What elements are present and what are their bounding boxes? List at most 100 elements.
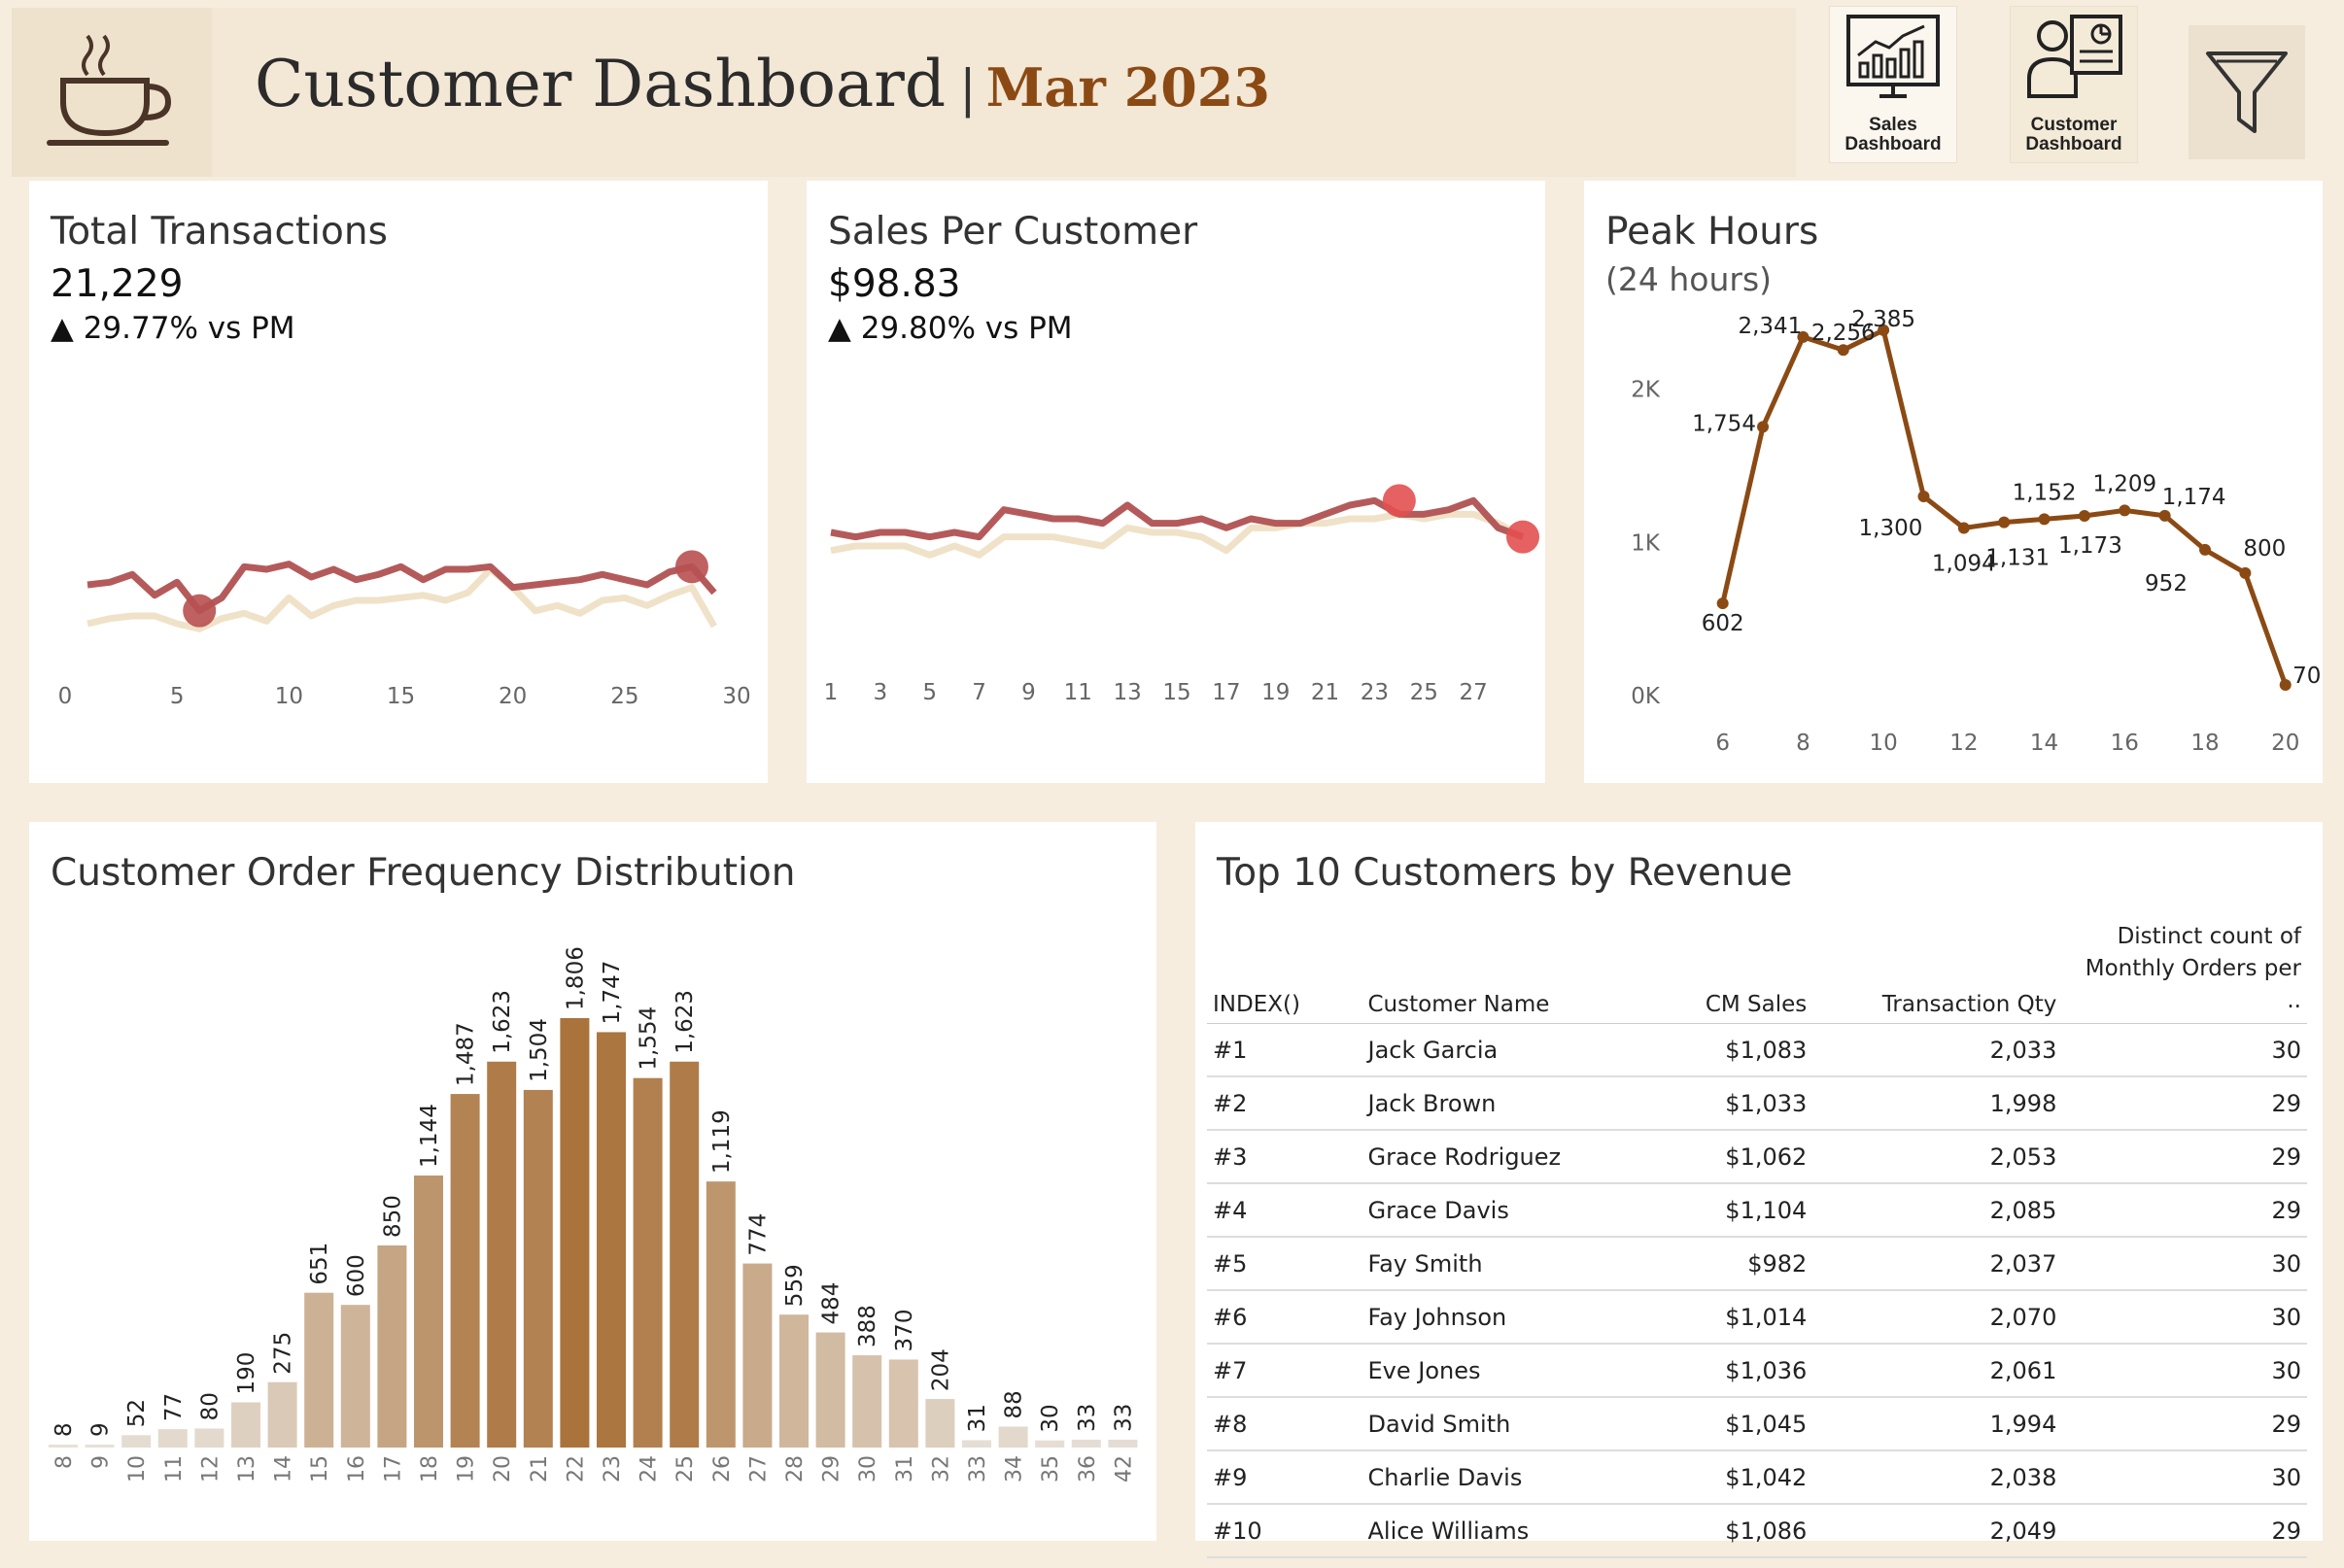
table-row[interactable]: #7 Eve Jones $1,036 2,061 30	[1207, 1344, 2307, 1398]
table-row[interactable]: #5 Fay Smith $982 2,037 30	[1207, 1237, 2307, 1291]
x-tick-label: 31	[893, 1455, 917, 1483]
cell-monthly-orders: 29	[2062, 1504, 2307, 1558]
col-index[interactable]: INDEX()	[1207, 921, 1362, 1024]
x-tick-label: 10	[125, 1455, 150, 1483]
highlight-min-dot	[183, 594, 217, 628]
cell-customer-name: Grace Rodriguez	[1362, 1130, 1686, 1184]
bar	[888, 1359, 918, 1448]
x-tick-label: 17	[1212, 680, 1240, 705]
x-tick-label: 13	[1114, 680, 1142, 705]
x-tick-label: 15	[308, 1455, 332, 1483]
col-monthly-orders[interactable]: Distinct count of Monthly Orders per ..	[2062, 921, 2307, 1024]
bar	[779, 1314, 809, 1448]
sales-per-customer-trend-chart: 1 3 5 7 9 11 13 15 17 19 21 23 25 27	[824, 484, 1539, 705]
table-row[interactable]: #10 Alice Williams $1,086 2,049 29	[1207, 1504, 2307, 1558]
table-row[interactable]: #1 Jack Garcia $1,083 2,033 30	[1207, 1023, 2307, 1077]
bar-data-label: 190	[234, 1352, 259, 1395]
x-tick-label: 11	[1064, 680, 1092, 705]
bar	[815, 1332, 845, 1448]
peak-hours-point	[2158, 509, 2171, 522]
bar	[340, 1305, 370, 1448]
x-tick-label: 27	[1460, 680, 1488, 705]
bar	[1035, 1440, 1065, 1448]
x-tick-label: 35	[1039, 1455, 1063, 1483]
table-row[interactable]: #6 Fay Johnson $1,014 2,070 30	[1207, 1290, 2307, 1345]
x-tick-label: 19	[1261, 680, 1290, 705]
x-tick-label: 6	[1715, 731, 1730, 756]
cell-monthly-orders: 29	[2062, 1397, 2307, 1451]
sales-dashboard-button[interactable]: Sales Dashboard	[1829, 6, 1957, 163]
filter-button[interactable]	[2189, 25, 2305, 159]
bar-data-label: 600	[344, 1254, 369, 1297]
bar-data-label: 774	[745, 1213, 771, 1256]
cell-index: #10	[1207, 1504, 1362, 1558]
cell-customer-name: David Smith	[1362, 1397, 1686, 1451]
bar-data-label: 52	[124, 1399, 150, 1427]
x-tick-label: 29	[820, 1455, 845, 1483]
x-tick-label: 12	[1949, 731, 1978, 756]
customer-dashboard-button[interactable]: Customer Dashboard	[2010, 6, 2138, 163]
x-tick-label: 27	[746, 1455, 771, 1483]
y-tick-label: 1K	[1631, 530, 1661, 556]
bar	[85, 1445, 115, 1448]
col-transaction-qty[interactable]: Transaction Qty	[1812, 921, 2063, 1024]
sales-chart-icon	[1846, 15, 1940, 98]
col-cm-sales[interactable]: CM Sales	[1685, 921, 1813, 1024]
x-tick-label: 20	[2271, 731, 2299, 756]
data-label: 1,131	[1985, 546, 2050, 571]
cell-customer-name: Grace Davis	[1362, 1183, 1686, 1238]
peak-hours-card: Peak Hours (24 hours) 0K 1K 2K 6 8 10 12 14 16 18…	[1584, 181, 2323, 783]
cell-index: #7	[1207, 1344, 1362, 1398]
cell-index: #8	[1207, 1397, 1362, 1451]
bar-data-label: 850	[380, 1195, 405, 1238]
x-tick-label: 23	[1361, 680, 1389, 705]
bar-data-label: 1,119	[709, 1109, 735, 1174]
peak-hours-point	[2199, 543, 2212, 556]
cell-monthly-orders: 29	[2062, 1130, 2307, 1184]
x-tick-label: 24	[638, 1455, 662, 1483]
x-tick-label: 16	[345, 1455, 369, 1483]
x-tick-label: 9	[1021, 680, 1036, 705]
bar-data-label: 33	[1075, 1404, 1100, 1432]
x-tick-label: 20	[491, 1455, 515, 1483]
data-label: 1,173	[2058, 533, 2122, 559]
data-label: 800	[2243, 536, 2286, 562]
cell-customer-name: Fay Smith	[1362, 1237, 1686, 1291]
x-tick-label: 33	[966, 1455, 990, 1483]
cell-transaction-qty: 2,033	[1812, 1023, 2063, 1077]
customer-profile-icon	[2027, 15, 2122, 98]
table-row[interactable]: #3 Grace Rodriguez $1,062 2,053 29	[1207, 1130, 2307, 1184]
bar-data-label: 204	[928, 1348, 953, 1391]
cell-index: #1	[1207, 1023, 1362, 1077]
cell-customer-name: Eve Jones	[1362, 1344, 1686, 1398]
x-tick-label: 18	[2190, 731, 2219, 756]
x-tick-label: 8	[52, 1455, 77, 1469]
bar-data-label: 1,806	[563, 946, 588, 1010]
transactions-trend-chart: 0 5 10 15 20 25 30	[58, 550, 751, 709]
cell-index: #4	[1207, 1183, 1362, 1238]
bar	[998, 1426, 1028, 1448]
peak-hours-point	[2038, 513, 2051, 526]
col-customer-name[interactable]: Customer Name	[1362, 921, 1686, 1024]
table-row[interactable]: #8 David Smith $1,045 1,994 29	[1207, 1397, 2307, 1451]
x-tick-label: 15	[1162, 680, 1190, 705]
data-label: 1,152	[2013, 480, 2077, 505]
bar	[1071, 1439, 1101, 1448]
table-row[interactable]: #2 Jack Brown $1,033 1,998 29	[1207, 1076, 2307, 1131]
cell-transaction-qty: 1,994	[1812, 1397, 2063, 1451]
cell-monthly-orders: 30	[2062, 1023, 2307, 1077]
table-row[interactable]: #4 Grace Davis $1,104 2,085 29	[1207, 1183, 2307, 1238]
cell-monthly-orders: 30	[2062, 1344, 2307, 1398]
peak-hours-point	[1757, 421, 1770, 433]
x-tick-label: 23	[601, 1455, 625, 1483]
bar	[267, 1381, 297, 1448]
table-row[interactable]: #9 Charlie Davis $1,042 2,038 30	[1207, 1450, 2307, 1505]
cell-transaction-qty: 2,070	[1812, 1290, 2063, 1345]
x-tick-label: 19	[455, 1455, 479, 1483]
peak-hours-point	[2119, 504, 2131, 517]
cell-cm-sales: $1,042	[1685, 1450, 1813, 1505]
customer-nav-label-2: Dashboard	[2025, 134, 2122, 154]
bar	[670, 1061, 700, 1448]
x-tick-label: 36	[1076, 1455, 1100, 1483]
total-transactions-card: Total Transactions 21,229 ▲ 29.77% vs PM…	[29, 181, 768, 783]
